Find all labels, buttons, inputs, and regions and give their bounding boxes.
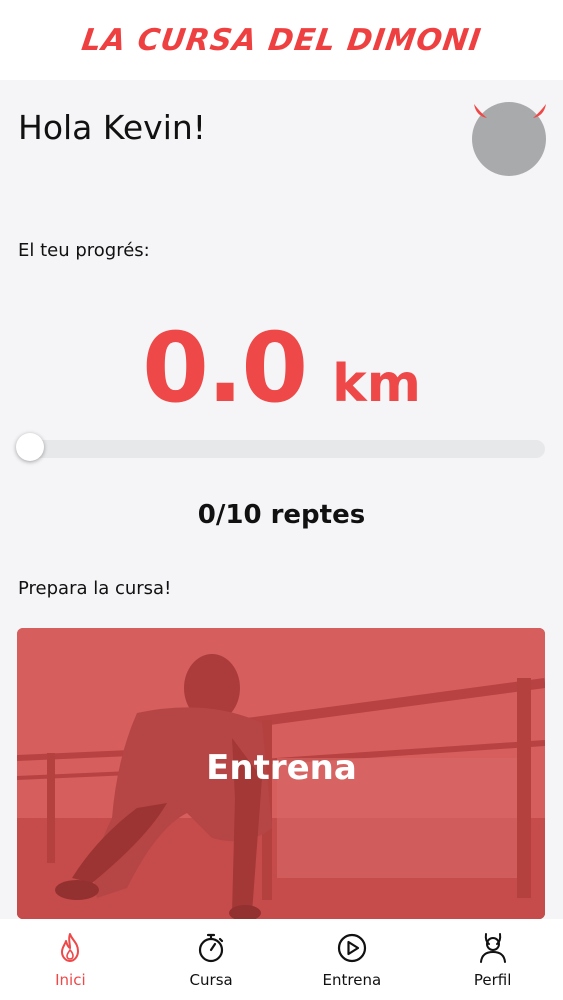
devil-horn-icon	[533, 104, 546, 118]
tab-cursa[interactable]: Cursa	[141, 919, 282, 1000]
tab-perfil[interactable]: Perfil	[422, 919, 563, 1000]
tab-entrena[interactable]: Entrena	[282, 919, 423, 1000]
progress-track	[17, 440, 545, 458]
challenges-count: 0/10 reptes	[197, 500, 366, 530]
train-card-title: Entrena	[206, 748, 357, 788]
distance-display: 0.0 km	[0, 312, 563, 424]
app-header: LA CURSA DEL DIMONI	[0, 0, 563, 80]
stopwatch-icon	[199, 933, 224, 963]
tab-label: Cursa	[189, 971, 233, 989]
tab-label: Perfil	[473, 971, 512, 989]
progress-label: El teu progrés:	[18, 240, 150, 261]
devil-horn-icon	[474, 104, 487, 118]
avatar[interactable]	[470, 100, 548, 178]
tab-label: Entrena	[322, 971, 382, 989]
play-circle-icon	[337, 933, 366, 963]
progress-thumb[interactable]	[16, 433, 44, 461]
bottom-tab-bar: Inici Cursa Entrena Perfil	[0, 919, 563, 1000]
greeting-title: Hola Kevin!	[18, 108, 207, 147]
tab-label: Inici	[55, 971, 86, 989]
flame-icon	[61, 933, 80, 962]
distance-unit: km	[332, 354, 421, 414]
prepare-label: Prepara la cursa!	[18, 578, 172, 599]
distance-value: 0.0	[142, 312, 308, 424]
devil-user-icon	[479, 933, 506, 963]
app-logo: LA CURSA DEL DIMONI	[79, 22, 484, 58]
tab-inici[interactable]: Inici	[0, 919, 141, 1000]
